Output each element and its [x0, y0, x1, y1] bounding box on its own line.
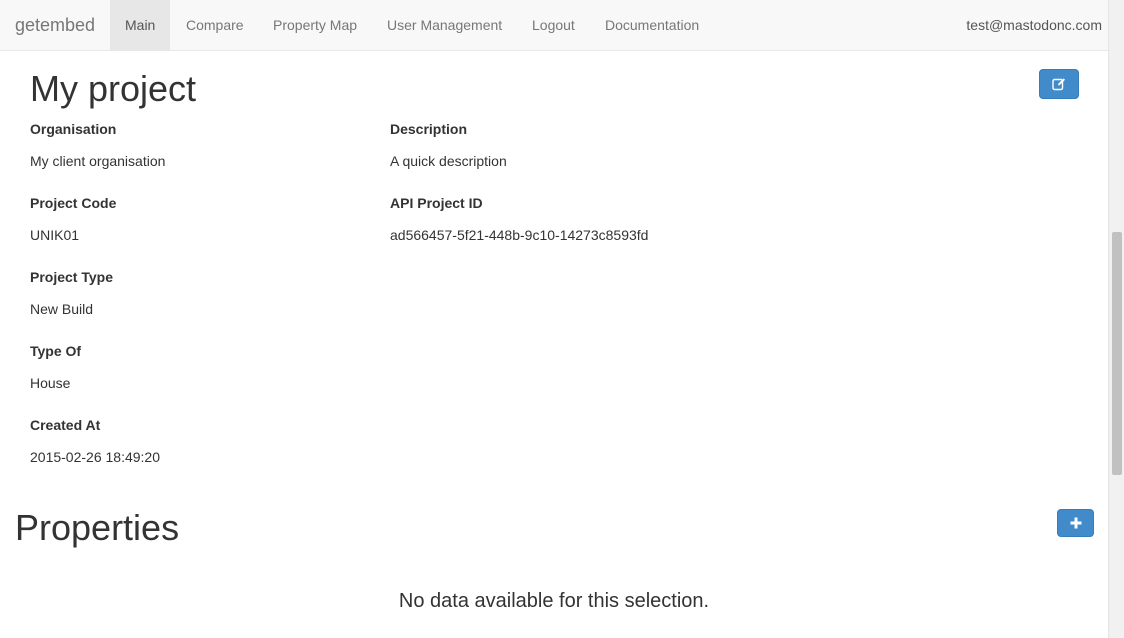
api-project-id-value: ad566457-5f21-448b-9c10-14273c8593fd	[390, 227, 649, 243]
top-navbar: getembed Main Compare Property Map User …	[0, 0, 1108, 51]
project-code-value: UNIK01	[30, 227, 80, 243]
properties-heading: Properties	[15, 507, 180, 548]
project-code-label: Project Code	[30, 195, 117, 211]
type-of-label: Type Of	[30, 343, 82, 359]
empty-state-message: No data available for this selection.	[398, 590, 710, 612]
vertical-scrollbar[interactable]	[1108, 0, 1124, 638]
nav-item-compare[interactable]: Compare	[171, 0, 259, 50]
edit-icon	[1052, 78, 1065, 91]
description-label: Description	[390, 121, 468, 137]
nav-item-documentation[interactable]: Documentation	[590, 0, 714, 50]
nav-item-logout[interactable]: Logout	[517, 0, 590, 50]
organisation-label: Organisation	[30, 121, 117, 137]
page-title: My project	[30, 68, 197, 109]
description-value: A quick description	[390, 153, 507, 169]
api-project-id-label: API Project ID	[390, 195, 483, 211]
nav-item-main[interactable]: Main	[110, 0, 171, 50]
add-property-button[interactable]	[1057, 509, 1094, 537]
project-type-label: Project Type	[30, 269, 113, 285]
created-at-value: 2015-02-26 18:49:20	[30, 449, 160, 465]
page: getembed Main Compare Property Map User …	[0, 0, 1124, 638]
nav-item-property-map[interactable]: Property Map	[258, 0, 372, 50]
nav-item-user-management[interactable]: User Management	[372, 0, 517, 50]
project-type-value: New Build	[30, 301, 94, 317]
scrollbar-thumb[interactable]	[1112, 232, 1122, 475]
edit-project-button[interactable]	[1039, 69, 1079, 99]
user-email-link[interactable]: test@mastodonc.com	[966, 0, 1102, 50]
created-at-label: Created At	[30, 417, 101, 433]
plus-icon	[1070, 517, 1081, 529]
brand-link[interactable]: getembed	[15, 0, 95, 50]
type-of-value: House	[30, 375, 71, 391]
organisation-value: My client organisation	[30, 153, 166, 169]
